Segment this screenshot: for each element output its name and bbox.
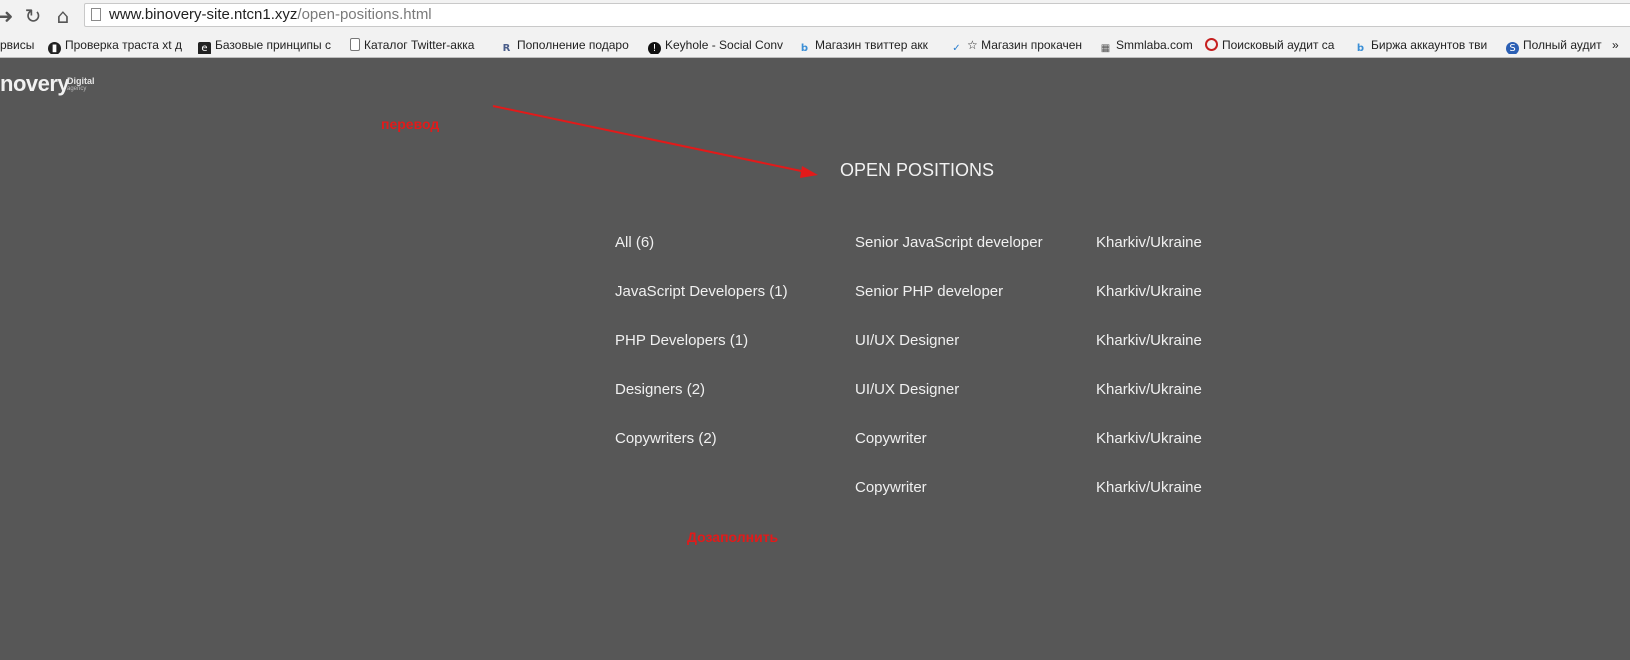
position-location: Kharkiv/Ukraine [1096,283,1202,300]
position-title[interactable]: Copywriter [855,479,927,497]
position-location: Kharkiv/Ukraine [1096,381,1202,398]
position-title[interactable]: Copywriter [855,430,927,448]
position-title[interactable]: Senior PHP developer [855,283,1003,301]
annotation-arrow-icon [492,105,818,178]
category-filter-designers[interactable]: Designers (2) [615,381,705,399]
position-location: Kharkiv/Ukraine [1096,479,1202,496]
position-location: Kharkiv/Ukraine [1096,234,1202,251]
annotation-fill-in: Дозаполнить [687,529,779,545]
position-title[interactable]: Senior JavaScript developer [855,234,1043,252]
category-filter-copywriters[interactable]: Copywriters (2) [615,430,717,448]
category-filter-javascript[interactable]: JavaScript Developers (1) [615,283,788,301]
position-title[interactable]: UI/UX Designer [855,332,959,350]
page-title: OPEN POSITIONS [840,160,995,180]
category-filter-all[interactable]: All (6) [615,234,654,252]
category-filter-php[interactable]: PHP Developers (1) [615,332,748,350]
position-location: Kharkiv/Ukraine [1096,332,1202,349]
position-title[interactable]: UI/UX Designer [855,381,959,399]
position-location: Kharkiv/Ukraine [1096,430,1202,447]
